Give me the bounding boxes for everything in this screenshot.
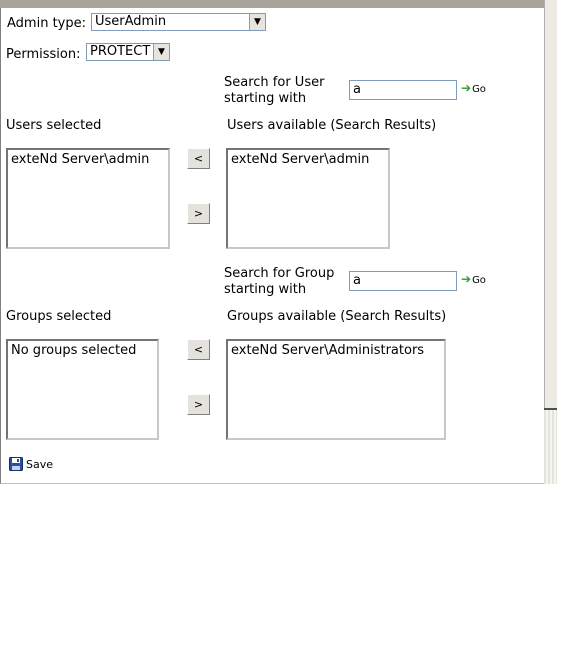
users-selected-list[interactable]: exteNd Server\admin <box>6 148 170 249</box>
admin-type-value: UserAdmin <box>95 14 167 29</box>
list-item[interactable]: exteNd Server\Administrators <box>231 343 441 359</box>
list-item[interactable]: exteNd Server\admin <box>231 152 385 168</box>
scrollbar-track[interactable] <box>544 0 557 408</box>
admin-type-select[interactable]: UserAdmin ▼ <box>91 13 266 31</box>
go-arrow-icon: ➔ <box>461 81 472 95</box>
group-search-label-2: starting with <box>224 282 307 297</box>
move-group-right-button[interactable]: > <box>187 394 210 415</box>
move-user-left-button[interactable]: < <box>187 148 210 169</box>
users-available-list[interactable]: exteNd Server\admin <box>226 148 390 249</box>
user-search-label-2: starting with <box>224 91 307 106</box>
scrollbar-thumb[interactable] <box>544 410 557 484</box>
permission-select[interactable]: PROTECT ▼ <box>86 43 170 61</box>
groups-available-label: Groups available (Search Results) <box>227 309 447 324</box>
admin-type-label: Admin type: <box>7 16 86 31</box>
group-search-input[interactable]: a <box>349 271 457 291</box>
user-search-input[interactable]: a <box>349 80 457 100</box>
dropdown-arrow-icon[interactable]: ▼ <box>153 44 169 60</box>
permission-label: Permission: <box>6 47 81 62</box>
list-item[interactable]: exteNd Server\admin <box>11 152 165 168</box>
users-available-label: Users available (Search Results) <box>227 118 437 133</box>
group-search-label-1: Search for Group <box>224 266 335 281</box>
groups-available-list[interactable]: exteNd Server\Administrators <box>226 339 446 440</box>
go-label: Go <box>472 275 486 286</box>
list-item[interactable]: No groups selected <box>11 343 154 359</box>
save-button[interactable]: Save <box>26 458 53 471</box>
user-search-go-button[interactable]: ➔Go <box>461 82 486 96</box>
go-label: Go <box>472 84 486 95</box>
move-group-left-button[interactable]: < <box>187 339 210 360</box>
groups-selected-list[interactable]: No groups selected <box>6 339 159 440</box>
go-arrow-icon: ➔ <box>461 272 472 286</box>
dropdown-arrow-icon[interactable]: ▼ <box>249 14 265 30</box>
users-selected-label: Users selected <box>6 118 102 133</box>
permission-value: PROTECT <box>90 44 151 59</box>
move-user-right-button[interactable]: > <box>187 203 210 224</box>
save-icon[interactable] <box>9 457 23 471</box>
group-search-go-button[interactable]: ➔Go <box>461 273 486 287</box>
groups-selected-label: Groups selected <box>6 309 112 324</box>
user-search-label-1: Search for User <box>224 75 325 90</box>
top-border <box>0 0 544 8</box>
